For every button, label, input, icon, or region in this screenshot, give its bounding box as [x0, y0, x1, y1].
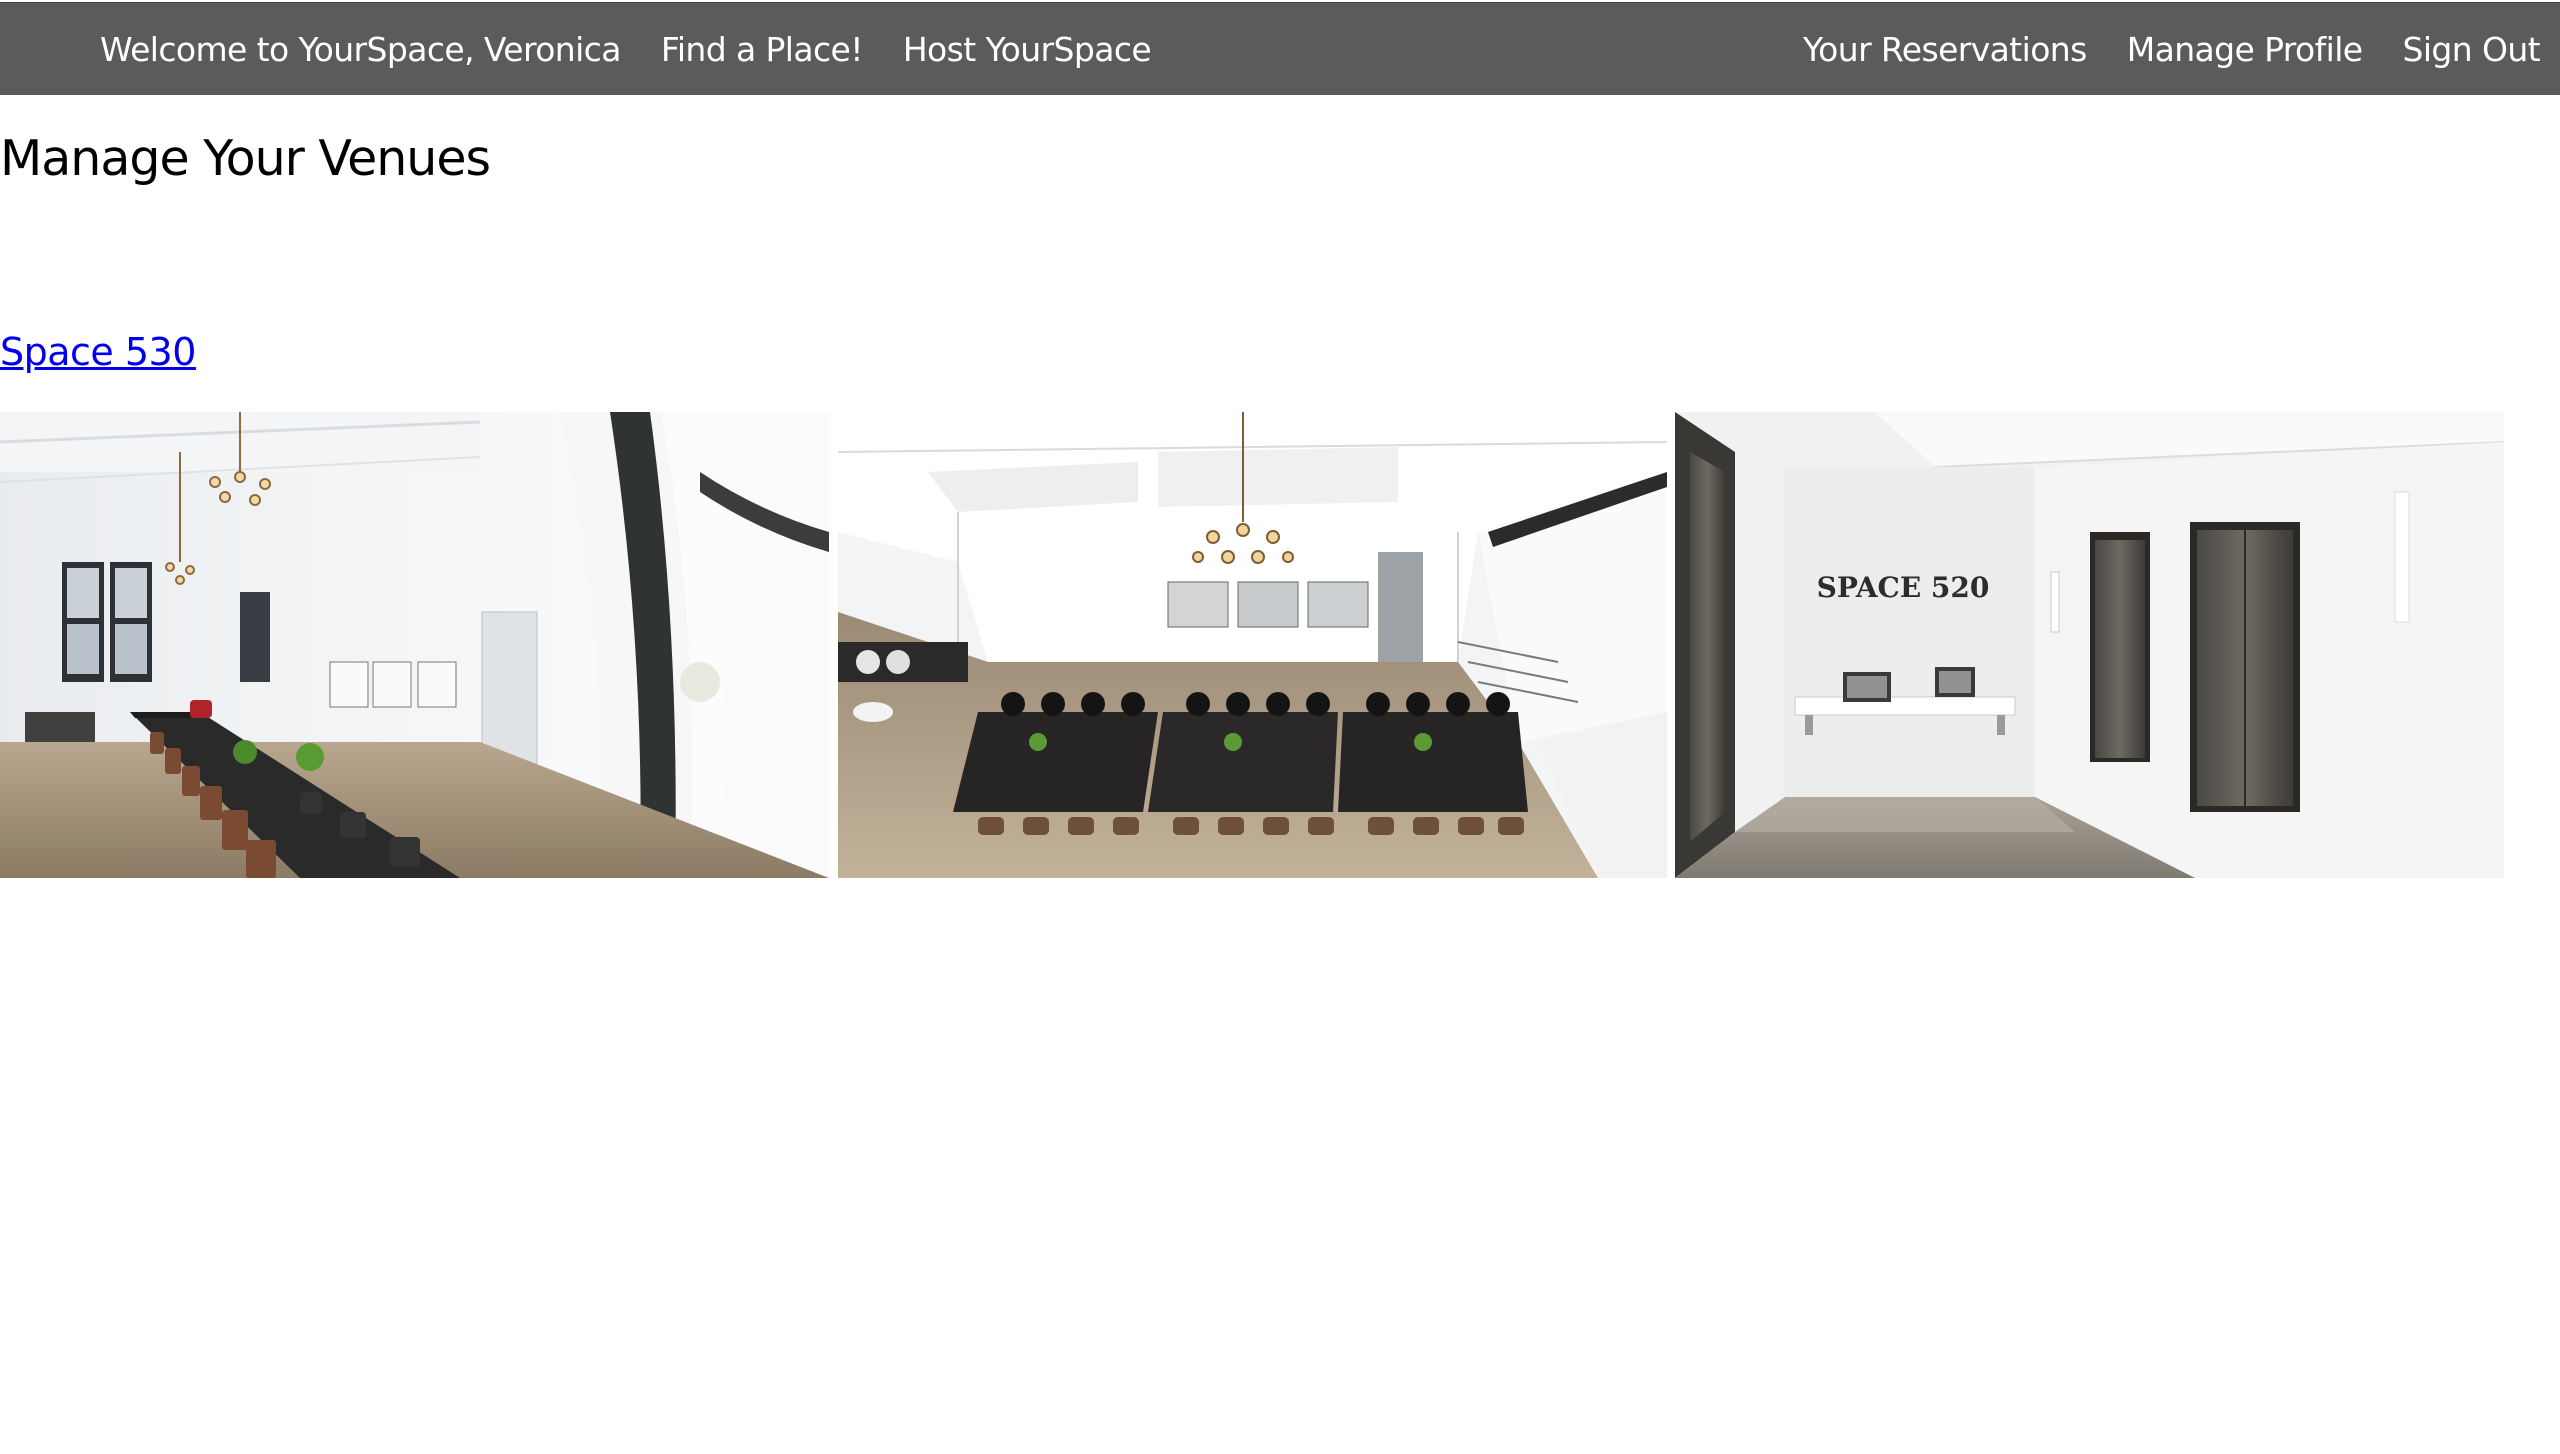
- nav-right-group: Your Reservations Manage Profile Sign Ou…: [1763, 3, 2541, 96]
- nav-reservations-link[interactable]: Your Reservations: [1803, 30, 2087, 69]
- nav-manage-profile-link[interactable]: Manage Profile: [2127, 30, 2363, 69]
- space-sign-text: SPACE 520: [1817, 571, 1990, 604]
- nav-welcome-link[interactable]: Welcome to YourSpace, Veronica: [100, 30, 621, 69]
- nav-left-group: Welcome to YourSpace, Veronica Find a Pl…: [100, 3, 1191, 96]
- venue-photo-2[interactable]: [838, 412, 1667, 878]
- nav-sign-out-link[interactable]: Sign Out: [2403, 30, 2541, 69]
- venue-photo-1[interactable]: [0, 412, 829, 878]
- page-title: Manage Your Venues: [0, 130, 491, 187]
- top-navbar: Welcome to YourSpace, Veronica Find a Pl…: [0, 2, 2560, 95]
- venue-name-link[interactable]: Space 530: [0, 330, 196, 374]
- nav-find-place-link[interactable]: Find a Place!: [661, 30, 864, 69]
- nav-host-link[interactable]: Host YourSpace: [903, 30, 1152, 69]
- venue-photo-3[interactable]: SPACE 520: [1675, 412, 2504, 878]
